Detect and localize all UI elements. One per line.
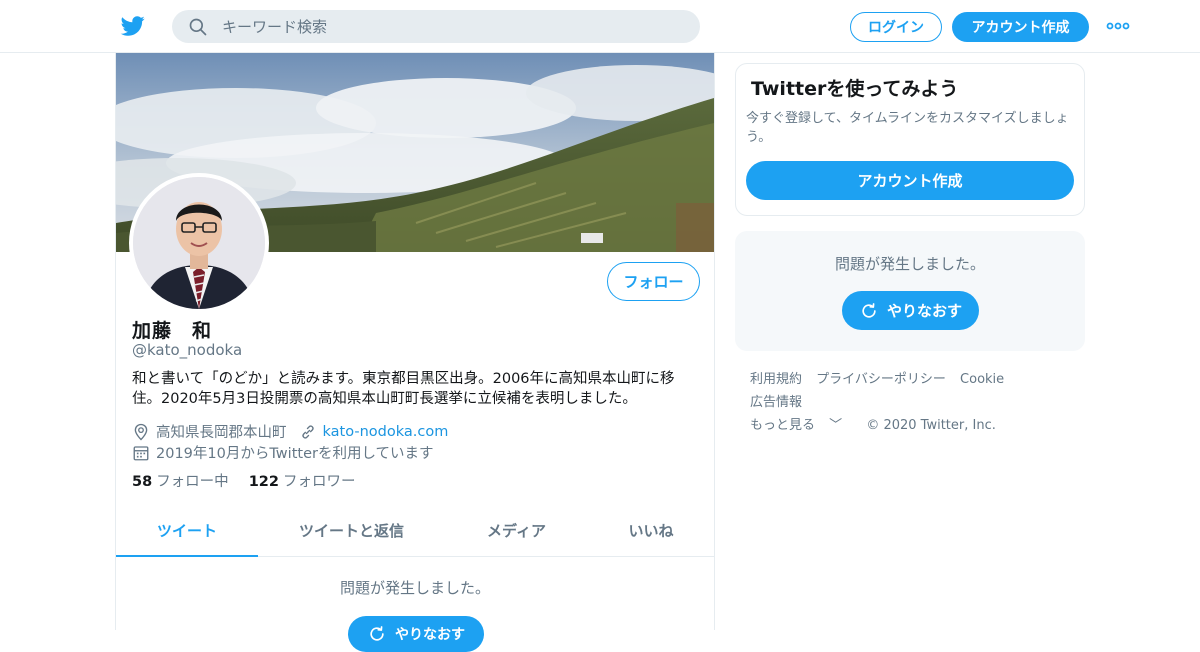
follow-button[interactable]: フォロー <box>607 262 700 301</box>
profile-stats: 58 フォロー中 122 フォロワー <box>132 470 355 491</box>
followers-label: フォロワー <box>282 474 356 490</box>
following-count: 58 <box>132 474 153 490</box>
footer-copyright: © 2020 Twitter, Inc. <box>866 418 996 433</box>
profile-avatar[interactable] <box>129 173 269 313</box>
sidebar-error-message: 問題が発生しました。 <box>834 255 985 273</box>
timeline-retry-button[interactable]: やりなおす <box>348 616 484 652</box>
chevron-down-icon: ﹀ <box>829 418 843 433</box>
footer-link-cookie[interactable]: Cookie <box>960 372 1004 387</box>
footer-more-label: もっと見る <box>750 418 816 433</box>
search-icon <box>189 18 207 36</box>
avatar-photo <box>133 177 265 309</box>
profile-website-link[interactable]: kato-nodoka.com <box>323 424 449 440</box>
timeline-error-message: 問題が発生しました。 <box>339 579 490 597</box>
login-button[interactable]: ログイン <box>850 12 942 42</box>
sidebar-error-card: 問題が発生しました。 やりなおす <box>735 231 1085 351</box>
search-input[interactable] <box>222 10 682 43</box>
tab-media[interactable]: メディア <box>445 505 588 557</box>
footer-links: 利用規約 プライバシーポリシー Cookie 広告情報 もっと見る ﹀ © 20… <box>750 368 1080 437</box>
profile-tabs: ツイート ツイートと返信 メディア いいね <box>116 505 714 557</box>
refresh-icon <box>370 626 384 641</box>
tab-tweets-and-replies[interactable]: ツイートと返信 <box>258 505 445 557</box>
sidebar-retry-label: やりなおす <box>886 302 962 320</box>
footer-link-terms[interactable]: 利用規約 <box>750 372 802 387</box>
signup-card-button[interactable]: アカウント作成 <box>746 161 1074 200</box>
top-navigation-bar: ログイン アカウント作成 <box>0 0 1200 53</box>
footer-link-more[interactable]: もっと見る ﹀ <box>750 418 852 433</box>
signup-button[interactable]: アカウント作成 <box>952 12 1089 42</box>
profile-column: フォロー 加藤 和 @kato_nodoka 和と書いて「のどか」と読みます。東… <box>115 53 715 652</box>
footer-link-ads-info[interactable]: 広告情報 <box>750 395 802 410</box>
tab-likes[interactable]: いいね <box>588 505 714 557</box>
profile-bio: 和と書いて「のどか」と読みます。東京都目黒区出身。2006年に高知県本山町に移住… <box>132 371 675 407</box>
refresh-icon <box>862 302 876 318</box>
following-stat[interactable]: 58 フォロー中 <box>132 470 229 491</box>
more-options-icon[interactable] <box>1106 18 1130 34</box>
twitter-bird-logo-icon[interactable] <box>120 14 146 38</box>
profile-name: 加藤 和 <box>132 320 213 342</box>
profile-location: 高知県長岡郡本山町 <box>156 425 287 441</box>
timeline-retry-label: やりなおす <box>395 627 465 643</box>
followers-stat[interactable]: 122 フォロワー <box>249 470 356 491</box>
signup-card-description: 今すぐ登録して、タイムラインをカスタマイズしましょう。 <box>746 111 1069 145</box>
sidebar-retry-button[interactable]: やりなおす <box>842 291 979 330</box>
tab-tweets[interactable]: ツイート <box>116 505 258 557</box>
profile-handle[interactable]: @kato_nodoka <box>132 341 242 359</box>
footer-link-privacy[interactable]: プライバシーポリシー <box>816 372 946 387</box>
link-icon <box>301 425 314 438</box>
signup-card-title: Twitterを使ってみよう <box>751 78 959 100</box>
following-label: フォロー中 <box>156 474 229 490</box>
profile-joined-date: 2019年10月からTwitterを利用しています <box>156 446 434 462</box>
followers-count: 122 <box>248 474 279 490</box>
signup-promo-card: Twitterを使ってみよう 今すぐ登録して、タイムラインをカスタマイズしましょ… <box>735 63 1085 216</box>
calendar-icon <box>133 445 149 460</box>
profile-meta-location-row: 高知県長岡郡本山町 kato-nodoka.com <box>132 421 448 442</box>
location-pin-icon <box>134 423 148 440</box>
search-box[interactable] <box>172 10 700 43</box>
profile-meta-joined-row: 2019年10月からTwitterを利用しています <box>132 442 434 463</box>
